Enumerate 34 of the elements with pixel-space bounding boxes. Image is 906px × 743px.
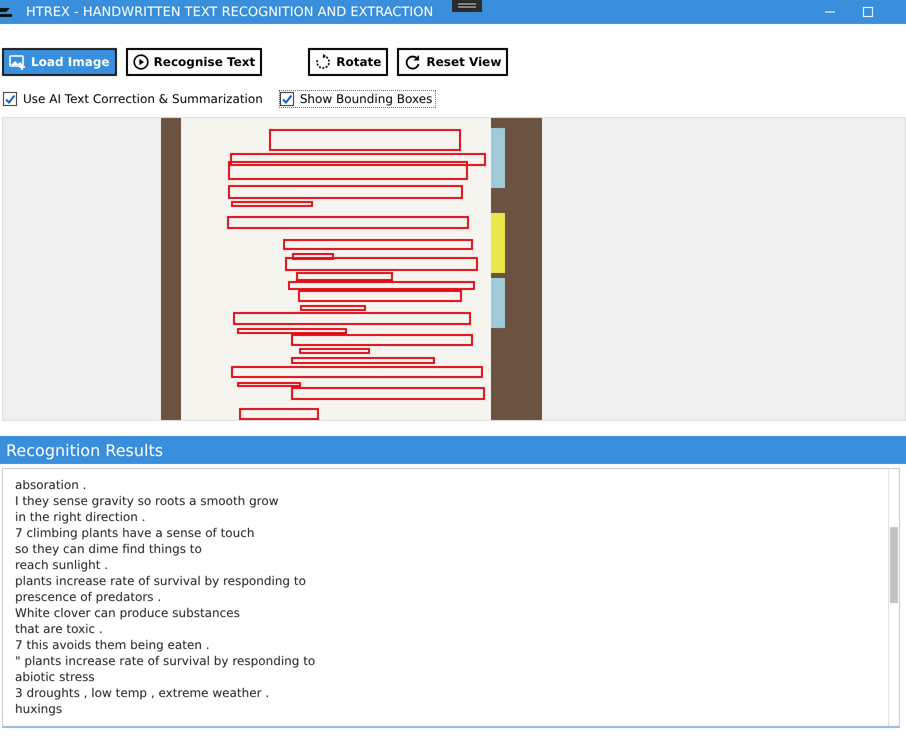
results-text-area[interactable] [2, 468, 900, 728]
toolbar-button[interactable]: Reset View [397, 48, 508, 76]
result-line: plants increase rate of survival by responding to [15, 573, 307, 589]
result-line: abiotic stress [15, 669, 96, 685]
result-line: in the right direction . [15, 509, 146, 525]
image-add-icon [9, 54, 26, 70]
toolbar-button[interactable]: Rotate [308, 48, 388, 76]
result-line: prescence of predators . [15, 589, 162, 605]
rotate-icon [315, 54, 332, 70]
scrollbar-thumb[interactable] [890, 527, 898, 603]
result-line: 3 droughts , low temp , extreme weather . [15, 685, 270, 701]
result-line: White clover can produce substances [15, 605, 241, 621]
maximize-icon[interactable] [862, 6, 874, 18]
refresh-icon [404, 54, 422, 70]
scanner-icon [0, 6, 14, 18]
play-icon [132, 54, 149, 70]
result-line: I they sense gravity so roots a smooth grow [15, 493, 280, 509]
result-line: absoration . [15, 477, 88, 493]
bounding-box [299, 348, 370, 354]
result-line: " plants increase rate of survival by responding to [15, 653, 316, 669]
drag-handle-icon[interactable] [452, 0, 482, 12]
result-line: so they can dime find things to [15, 541, 203, 557]
toolbar-button[interactable]: Recognise Text [126, 48, 262, 76]
option-checkbox[interactable]: Use AI Text Correction & Summarization [2, 90, 267, 108]
result-line: 7 climbing plants have a sense of touch [15, 525, 256, 541]
option-checkbox[interactable]: Show Bounding Boxes [278, 90, 436, 108]
result-line: 7 this avoids them being eaten . [15, 637, 211, 653]
result-line: reach sunlight . [15, 557, 110, 573]
results-header: Recognition Results [0, 436, 906, 464]
window-title: HTREX - HANDWRITTEN TEXT RECOGNITION AND EXTRACTION [26, 4, 434, 20]
result-line: huxings [15, 701, 64, 717]
checkbox[interactable] [3, 92, 17, 106]
result-line: that are toxic . [15, 621, 104, 637]
checkbox[interactable] [280, 92, 294, 106]
